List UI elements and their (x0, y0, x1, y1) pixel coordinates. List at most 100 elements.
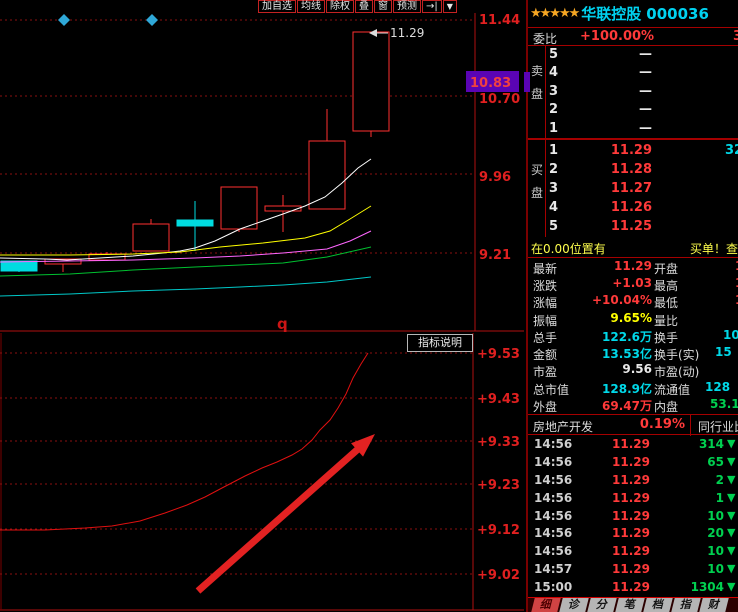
sell-orderbook: 5—4—3—2—1— (528, 46, 738, 140)
candle-body (353, 32, 389, 131)
toolbar-button-5[interactable]: 窗 (374, 0, 392, 13)
quote-row: 总手122.6万换手10 (528, 328, 738, 345)
level-number: 4 (549, 200, 558, 215)
level-number: 3 (549, 84, 558, 99)
quote-label: 市盈 (533, 363, 557, 380)
price-value: 11.28 (588, 162, 652, 177)
sell-row-5: 5— (528, 46, 738, 64)
panel-tab-5[interactable]: 档 (643, 598, 672, 612)
tick-time: 14:56 (534, 491, 572, 505)
buy-row-2: 211.28 (528, 161, 738, 180)
kline-and-indicator-chart[interactable]: 11.2911.4410.8310.709.969.21q+9.53+9.43+… (0, 0, 524, 612)
price-value: — (588, 102, 652, 117)
sell-tick-arrow-icon: ▼ (727, 473, 735, 486)
sell-tick-arrow-icon: ▼ (727, 509, 735, 522)
candle-body (265, 206, 301, 211)
stock-header: ★★★★★ 华联控股 000036 (528, 0, 738, 27)
sector-divider (690, 415, 691, 436)
volume-value-clipped: 32 (725, 143, 738, 158)
quote-label: 开盘 (654, 260, 678, 277)
sell-tick-arrow-icon: ▼ (727, 491, 735, 504)
sector-change: 0.19% (618, 417, 685, 432)
upper-axis-label: 10.70 (479, 92, 520, 107)
trend-arrow-shaft (198, 447, 360, 591)
panel-tab-4[interactable]: 笔 (615, 598, 644, 612)
quote-value-clipped: 15 (715, 345, 732, 359)
level-number: 3 (549, 181, 558, 196)
sell-tick-arrow-icon: ▼ (727, 437, 735, 450)
price-value: — (588, 47, 652, 62)
level-number: 5 (549, 219, 558, 234)
toolbar-button-3[interactable]: 除权 (326, 0, 354, 13)
tick-price: 11.29 (586, 473, 650, 487)
sell-tick-arrow-icon: ▼ (727, 580, 735, 593)
stock-app-window: 11.2911.4410.8310.709.969.21q+9.53+9.43+… (0, 0, 738, 612)
tick-time: 14:56 (534, 509, 572, 523)
panel-tab-2[interactable]: 诊 (559, 598, 588, 612)
quote-label: 最低 (654, 294, 678, 311)
tick-time: 15:00 (534, 580, 572, 594)
candle-body (177, 220, 213, 226)
sell-tick-arrow-icon: ▼ (727, 562, 735, 575)
quote-row: 市盈9.56市盈(动) (528, 362, 738, 379)
tick-volume: 1 (656, 491, 724, 505)
tick-volume: 20 (656, 526, 724, 540)
price-value: — (588, 121, 652, 136)
panel-tab-6[interactable]: 指 (671, 598, 700, 612)
quote-label: 内盘 (654, 398, 678, 415)
tick-price: 11.29 (586, 580, 650, 594)
sector-compare-link[interactable]: 同行业比 (698, 418, 738, 435)
sector-name[interactable]: 房地产开发 (533, 418, 593, 435)
tick-volume: 10 (656, 544, 724, 558)
panel-tab-3[interactable]: 分 (587, 598, 616, 612)
weibi-label: 委比 (533, 30, 557, 47)
tick-price: 11.29 (586, 509, 650, 523)
toolbar-button-1[interactable]: 加自选 (258, 0, 296, 13)
buy-row-1: 111.2932 (528, 142, 738, 161)
quote-row: 外盘69.47万内盘53.1 (528, 397, 738, 414)
panel-tab-7[interactable]: 财 (699, 598, 728, 612)
quote-row: 涨跌+1.03最高1 (528, 276, 738, 293)
toolbar-button-4[interactable]: 叠 (355, 0, 373, 13)
tick-row: 15:0011.291304▼ (528, 579, 738, 597)
quote-label: 涨幅 (533, 294, 557, 311)
tick-volume: 10 (656, 562, 724, 576)
toolbar-button-2[interactable]: 均线 (297, 0, 325, 13)
price-value: 11.27 (588, 181, 652, 196)
event-diamond-icon (58, 14, 70, 26)
quote-value: 69.47万 (568, 397, 652, 414)
quote-label: 总手 (533, 329, 557, 346)
tick-time: 14:57 (534, 562, 572, 576)
quote-panel: ★★★★★ 华联控股 000036 委比 +100.00% 3 卖盘 买盘 5—… (526, 0, 738, 612)
price-value: 11.25 (588, 219, 652, 234)
view-orders-link[interactable]: 买单！查看 (690, 240, 738, 257)
quote-value-clipped: 10 (723, 328, 738, 342)
ma-line-2 (0, 206, 371, 255)
lower-axis-label: +9.33 (477, 435, 520, 450)
quote-value: 11.29 (568, 259, 652, 273)
indicator-help-button[interactable]: 指标说明 (407, 334, 473, 352)
chevron-down-icon[interactable]: ▼ (443, 0, 457, 13)
tick-time: 14:56 (534, 544, 572, 558)
quote-label: 量比 (654, 312, 678, 329)
quote-label: 换手 (654, 329, 678, 346)
quote-label: 市盈(动) (654, 363, 699, 380)
quote-value: +10.04% (568, 293, 652, 307)
jump-to-latest-icon[interactable]: →| (422, 0, 442, 13)
annotation-price-label: 11.29 (390, 26, 424, 40)
upper-axis-label: 11.44 (479, 13, 520, 28)
upper-axis-label: 10.83 (470, 76, 511, 91)
toolbar-button-6[interactable]: 预测 (393, 0, 421, 13)
panel-tab-1[interactable]: 细 (531, 598, 560, 612)
tick-row: 14:5611.291▼ (528, 490, 738, 508)
level-number: 2 (549, 162, 558, 177)
upper-axis-label: 9.96 (479, 170, 511, 185)
tick-volume: 314 (656, 437, 724, 451)
quote-value-clipped: 128 (705, 380, 730, 394)
tick-row: 14:5611.29314▼ (528, 436, 738, 454)
lower-axis-label: +9.02 (477, 568, 520, 583)
tick-volume: 65 (656, 455, 724, 469)
quote-label: 流通值 (654, 381, 690, 398)
candle-body (221, 187, 257, 229)
stock-name: 华联控股 (581, 3, 641, 24)
